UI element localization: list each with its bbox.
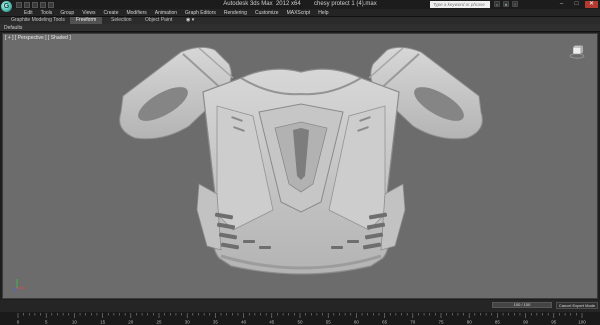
timeline-tick-label: 0 bbox=[17, 320, 20, 325]
timeline-tick-label: 50 bbox=[297, 320, 303, 325]
ribbon-tabs: Graphite Modeling Tools Freeform Selecti… bbox=[0, 17, 600, 24]
ribbon-panel: Defaults bbox=[0, 24, 600, 32]
menu-item-animation[interactable]: Animation bbox=[151, 9, 181, 17]
star-icon[interactable]: ★ bbox=[503, 1, 509, 7]
minimize-button[interactable]: – bbox=[555, 1, 568, 8]
axis-tripod-icon bbox=[12, 279, 25, 292]
timeline-tick-label: 100 bbox=[578, 320, 586, 325]
tab-selection[interactable]: Selection bbox=[108, 17, 135, 24]
tab-graphite-modeling-tools[interactable]: Graphite Modeling Tools bbox=[8, 17, 68, 24]
timeline-tick-label: 40 bbox=[241, 320, 247, 325]
timeline-tick-label: 55 bbox=[326, 320, 332, 325]
menu-item-edit[interactable]: Edit bbox=[20, 9, 37, 17]
menu-item-help[interactable]: Help bbox=[314, 9, 332, 17]
timeline-ticks: 0 5 10 15 20 25 30 35 40 45 50 55 60 65 70 75 80 85 90 95 10… bbox=[17, 313, 586, 325]
timeline-tick-label: 35 bbox=[213, 320, 219, 325]
chest-protector-model[interactable] bbox=[3, 34, 598, 299]
menu-item-create[interactable]: Create bbox=[99, 9, 122, 17]
torso-plate bbox=[196, 68, 406, 275]
perspective-viewport[interactable]: [ + ] [ Perspective ] [ Shaded ] bbox=[2, 33, 598, 299]
timeline-tick-label: 20 bbox=[128, 320, 134, 325]
tab-object-paint[interactable]: Object Paint bbox=[142, 17, 175, 24]
timeline-tick-label: 45 bbox=[269, 320, 275, 325]
timeline-tick-label: 60 bbox=[354, 320, 360, 325]
menu-bar: Edit Tools Group Views Create Modifiers … bbox=[0, 9, 600, 17]
timeline-tick-label: 10 bbox=[72, 320, 78, 325]
search-input[interactable]: Type a keyword or phrase bbox=[430, 1, 490, 8]
ribbon-panel-label: Defaults bbox=[4, 25, 23, 31]
timeline-tick-label: 75 bbox=[438, 320, 444, 325]
timeline-tick-label: 30 bbox=[185, 320, 191, 325]
timeline-tick-label: 15 bbox=[100, 320, 106, 325]
maximize-button[interactable]: □ bbox=[570, 1, 583, 8]
timeline-tick-label: 85 bbox=[495, 320, 501, 325]
menu-item-group[interactable]: Group bbox=[56, 9, 78, 17]
tab-freeform[interactable]: Freeform bbox=[70, 17, 103, 24]
menu-item-tools[interactable]: Tools bbox=[37, 9, 57, 17]
menu-item-modifiers[interactable]: Modifiers bbox=[122, 9, 150, 17]
binoculars-icon[interactable]: ⌕ bbox=[494, 1, 500, 7]
timeline-tick-label: 90 bbox=[523, 320, 529, 325]
menu-item-views[interactable]: Views bbox=[78, 9, 99, 17]
timeline-tick-label: 65 bbox=[382, 320, 388, 325]
ribbon-minimize-toggle[interactable]: ◉ ▾ bbox=[186, 17, 194, 24]
window-controls: – □ ✕ bbox=[555, 1, 598, 8]
track-bar: 100 / 100 Cancel Expert Mode bbox=[0, 300, 600, 312]
menu-item-rendering[interactable]: Rendering bbox=[220, 9, 251, 17]
timeline-ruler[interactable]: 0 5 10 15 20 25 30 35 40 45 50 55 60 65 70 75 80 85 90 95 10… bbox=[0, 312, 600, 325]
timeline-tick-label: 70 bbox=[410, 320, 416, 325]
timeline-tick-label: 5 bbox=[45, 320, 48, 325]
title-bar: G Autodesk 3ds Max 2012 x64 chesy protec… bbox=[0, 0, 600, 12]
viewport-label[interactable]: [ + ] [ Perspective ] [ Shaded ] bbox=[5, 35, 71, 41]
timeline-tick-label: 95 bbox=[551, 320, 557, 325]
viewcube-icon[interactable] bbox=[569, 44, 585, 60]
timeline-tick-label: 25 bbox=[156, 320, 162, 325]
menu-item-customize[interactable]: Customize bbox=[251, 9, 283, 17]
menu-item-graph-editors[interactable]: Graph Editors bbox=[181, 9, 220, 17]
time-slider[interactable]: 100 / 100 bbox=[492, 302, 552, 308]
menu-items: Edit Tools Group Views Create Modifiers … bbox=[20, 9, 333, 17]
infocenter-icons: ⌕ ★ ? bbox=[494, 1, 518, 7]
menu-item-maxscript[interactable]: MAXScript bbox=[283, 9, 315, 17]
help-icon[interactable]: ? bbox=[512, 1, 518, 7]
close-button[interactable]: ✕ bbox=[585, 1, 598, 8]
cancel-expert-mode-button[interactable]: Cancel Expert Mode bbox=[556, 302, 598, 309]
app-logo-icon[interactable]: G bbox=[1, 1, 12, 12]
timeline-tick-label: 80 bbox=[467, 320, 473, 325]
